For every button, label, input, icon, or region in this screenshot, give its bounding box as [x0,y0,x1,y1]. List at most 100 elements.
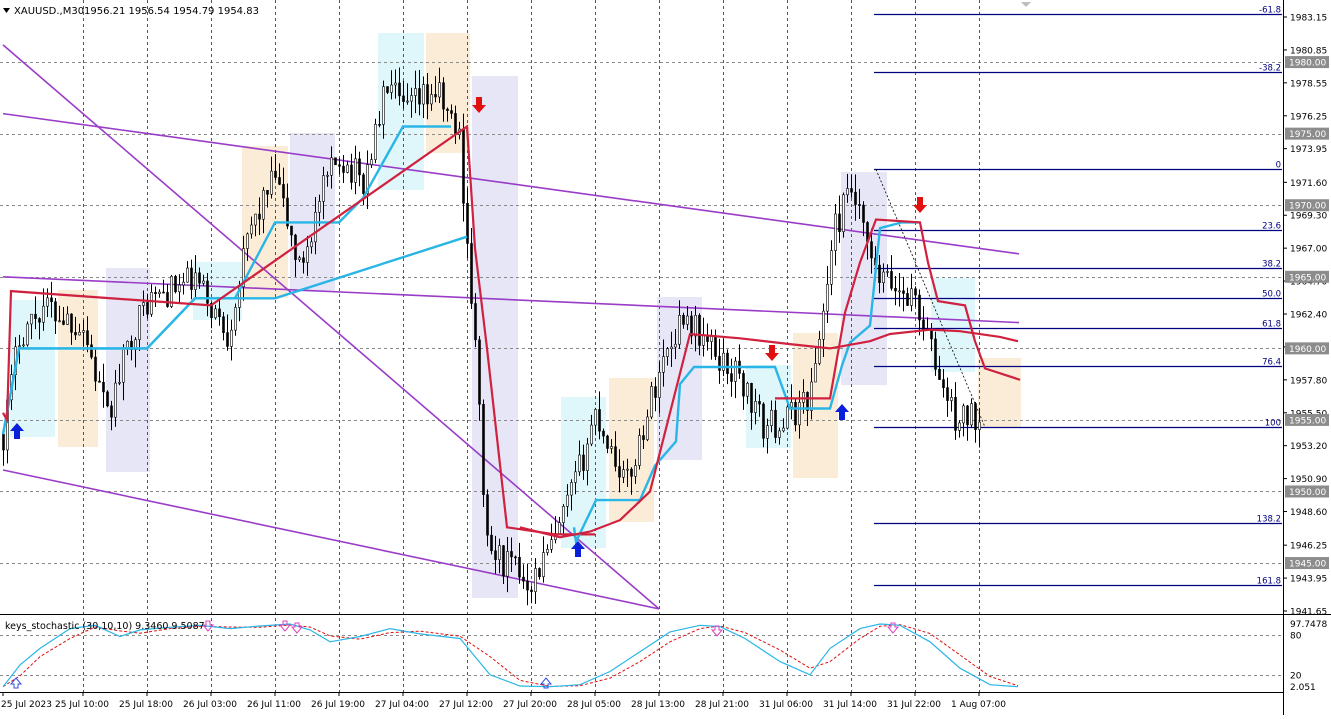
candle-body [638,435,641,466]
price-chart[interactable]: -61.8 -38.2 0 23.6 38.2 50.0 61.8 76.4 100 138.2 1… [0,0,1331,715]
time-label: 31 Jul 22:00 [887,700,941,710]
candle-body [270,170,273,195]
candle-body [74,332,77,336]
fib-level-label: 100 [1265,419,1281,429]
time-label: 28 Jul 13:00 [631,700,685,710]
time-label: 25 Jul 18:00 [119,700,173,710]
candle-body [434,94,437,98]
candle-body [530,589,533,592]
candle-body [642,435,645,440]
candle-body [274,170,277,178]
candle-body [98,380,101,383]
candle-body [350,164,353,183]
price-level-tag-label: 1965.00 [1289,273,1326,283]
candle-body [474,303,477,341]
candle-body [886,271,889,273]
ohlc-values: 1956.21 1956.54 1954.79 1954.83 [84,6,259,17]
candle-body [758,401,761,405]
candle-body [510,551,513,558]
price-level-tag-label: 1970.00 [1289,202,1326,212]
candle-body [650,386,653,418]
candle-body [526,580,529,591]
fib-level-label: 50.0 [1262,290,1281,300]
candle-body [922,319,925,330]
candle-body [898,290,901,293]
candle-body [702,334,705,346]
candle-body [854,191,857,205]
candle-body [330,157,333,176]
candle-body [870,241,873,259]
price-tick-label: 1950.90 [1290,475,1327,485]
price-tick-label: 1971.60 [1290,179,1327,189]
time-label: 1 Aug 07:00 [951,700,1006,710]
candle-body [614,446,617,467]
candle-body [322,175,325,202]
candle-body [902,290,905,294]
candle-body [142,302,145,306]
candle-body [726,352,729,374]
candle-body [718,356,721,371]
candle-body [198,272,201,284]
candle-body [566,494,569,507]
candle-body [890,271,893,289]
stoch-axis-label: 20 [1290,671,1302,681]
candle-body [362,174,365,194]
candle-body [682,315,685,325]
candle-body [910,288,913,306]
candle-body [282,184,285,199]
candle-body [934,338,937,370]
candle-body [574,471,577,483]
candle-body [798,402,801,426]
candle-body [906,293,909,306]
candle-body [26,323,29,346]
candle-body [86,330,89,346]
candle-body [306,246,309,263]
candle-body [750,383,753,413]
price-tick-label: 1978.55 [1290,79,1327,89]
candle-body [590,424,593,445]
candle-body [2,433,5,451]
candle-body [278,177,281,185]
candle-body [106,391,109,407]
candle-body [250,224,253,235]
candle-body [126,340,129,349]
candle-body [478,339,481,405]
candle-body [770,409,773,426]
signal-zone [472,76,518,598]
candle-body [342,165,345,173]
price-tick-label: 1969.30 [1290,212,1327,222]
candle-body [462,128,465,204]
candle-body [878,264,881,283]
candle-body [602,430,605,437]
candle-body [626,468,629,471]
candle-body [570,482,573,496]
candle-body [138,305,141,340]
candle-body [586,443,589,471]
chart-window[interactable]: -61.8 -38.2 0 23.6 38.2 50.0 61.8 76.4 100 138.2 1… [0,0,1331,715]
candle-body [786,406,789,429]
candle-body [938,368,941,380]
candle-body [630,468,633,477]
candle-body [546,549,549,553]
candle-body [354,158,357,183]
candle-body [390,84,393,93]
symbol-info: XAUUSD.,M30 [14,6,84,17]
time-label: 26 Jul 11:00 [247,700,301,710]
candle-body [470,243,473,304]
candle-body [622,469,625,478]
candle-body [358,158,361,176]
candle-body [438,82,441,98]
candle-body [186,267,189,283]
candle-body [110,405,113,418]
candle-body [22,344,25,347]
candle-body [266,190,269,195]
price-tick-label: 1973.95 [1290,145,1327,155]
price-level-tag-label: 1955.00 [1289,416,1326,426]
candle-body [62,320,65,325]
time-label: 31 Jul 06:00 [759,700,813,710]
fib-level-label: 38.2 [1262,260,1281,270]
stoch-axis-label: 80 [1290,632,1302,642]
candle-body [66,313,69,325]
candle-body [18,345,21,348]
candle-body [190,267,193,290]
